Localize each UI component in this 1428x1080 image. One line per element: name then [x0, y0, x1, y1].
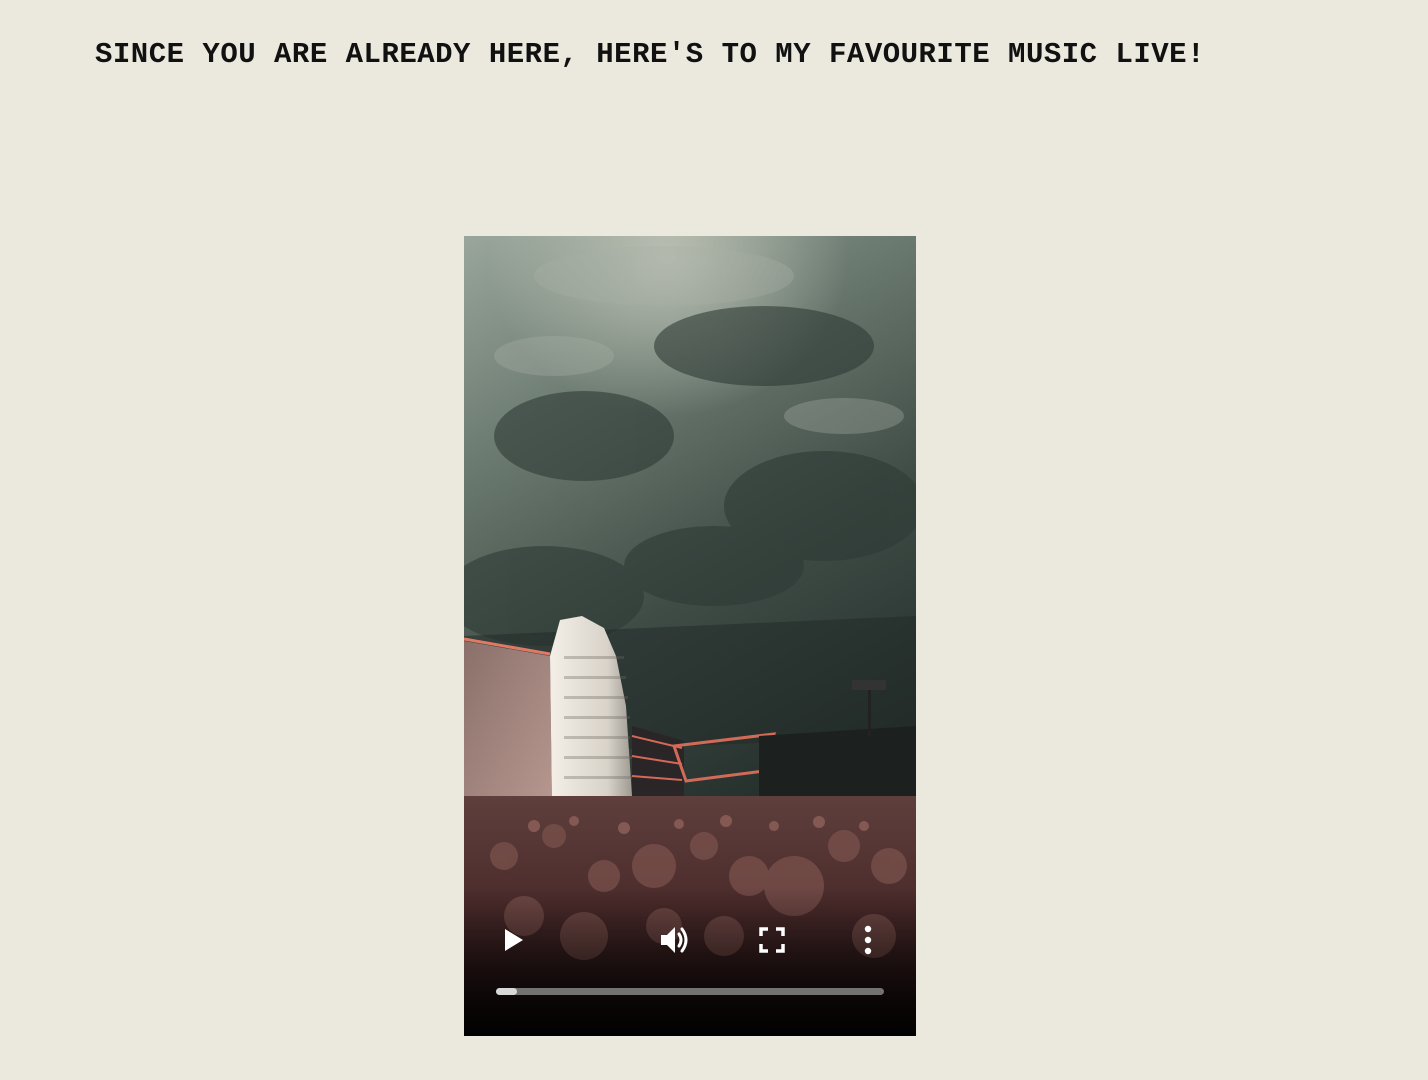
page: SINCE YOU ARE ALREADY HERE, HERE'S TO MY…: [0, 0, 1428, 1080]
page-title: SINCE YOU ARE ALREADY HERE, HERE'S TO MY…: [95, 38, 1205, 71]
play-icon: [505, 929, 523, 951]
volume-icon: [661, 927, 688, 953]
play-button[interactable]: [494, 920, 534, 960]
more-vertical-icon: [864, 925, 872, 955]
fullscreen-icon: [759, 927, 785, 953]
controls-overlay: [464, 886, 916, 1036]
volume-button[interactable]: [656, 920, 696, 960]
progress-bar[interactable]: [496, 988, 884, 995]
more-options-button[interactable]: [848, 920, 888, 960]
fullscreen-button[interactable]: [752, 920, 792, 960]
progress-fill: [496, 988, 518, 995]
video-player[interactable]: [464, 236, 916, 1036]
